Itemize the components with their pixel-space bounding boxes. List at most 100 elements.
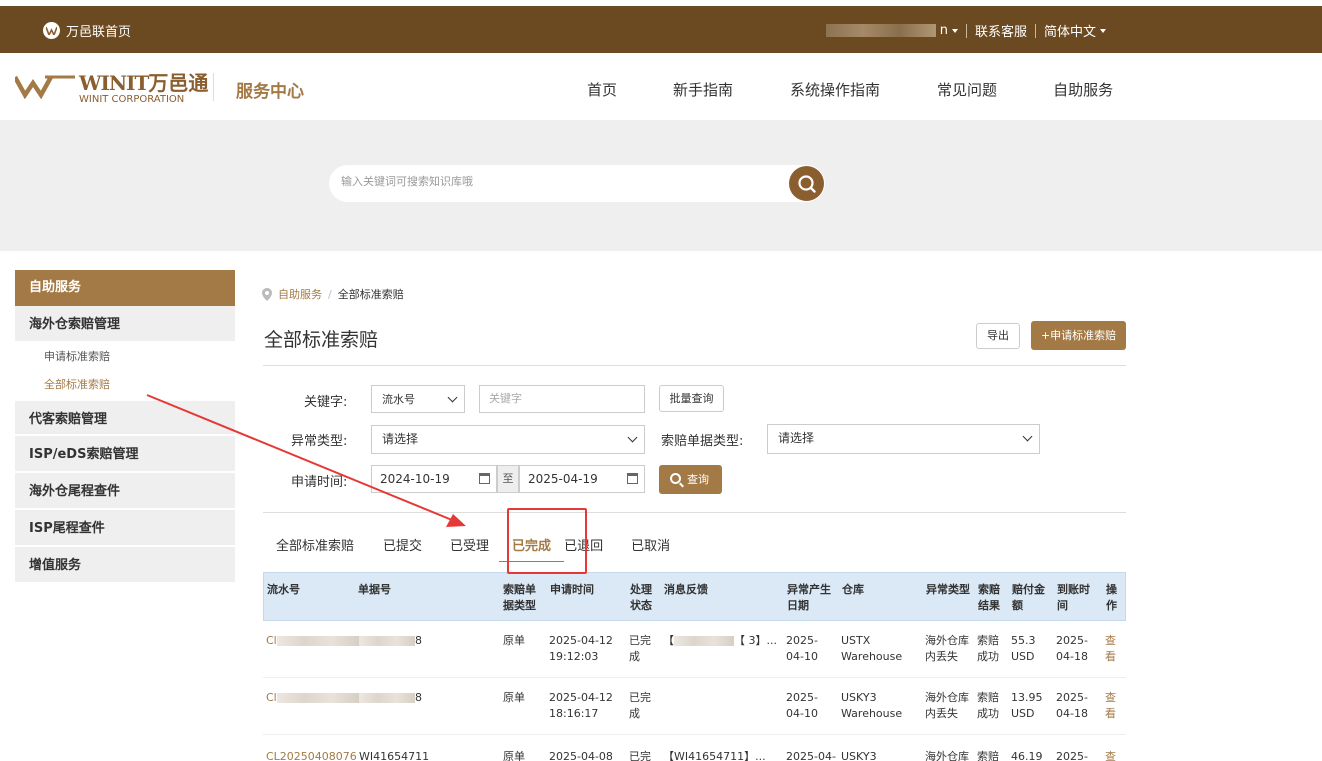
breadcrumb-current: 全部标准索赔 bbox=[337, 288, 404, 301]
serial-value: Cl bbox=[266, 634, 277, 647]
keyword-type-value: 流水号 bbox=[382, 393, 415, 406]
status-cell: 已完成 bbox=[629, 691, 651, 720]
doc-type-value: 请选择 bbox=[778, 431, 815, 445]
serial-link[interactable]: CL20250408076 bbox=[266, 749, 357, 761]
sidebar-item-apply-claim[interactable]: 申请标准索赔 bbox=[15, 341, 235, 370]
main-content: 自助服务 / 全部标准索赔 全部标准索赔 导出 +申请标准索赔 关键字: 流水号… bbox=[249, 270, 1140, 761]
col-action: 操作 bbox=[1106, 583, 1117, 612]
nav-faq[interactable]: 常见问题 bbox=[937, 79, 997, 100]
sidebar-item-overseas-tracking[interactable]: 海外仓尾程查件 bbox=[15, 473, 235, 510]
exception-type-select[interactable]: 请选择 bbox=[371, 425, 645, 454]
exception-type-cell: 海外仓库内丢失 bbox=[925, 634, 969, 663]
redacted-text bbox=[359, 693, 415, 703]
top-bar: 万邑联首页 n 联系客服 简体中文 bbox=[0, 6, 1322, 53]
exception-date-cell: 2025-04-10 bbox=[786, 634, 818, 663]
claims-table: 流水号 单据号 索赔单据类型 申请时间 处理状态 消息反馈 异常产生日期 仓库 … bbox=[263, 572, 1126, 761]
table-header: 流水号 单据号 索赔单据类型 申请时间 处理状态 消息反馈 异常产生日期 仓库 … bbox=[263, 572, 1126, 621]
apply-time-cell: 2025-04-12 18:16:17 bbox=[549, 691, 613, 720]
service-center-title[interactable]: 服务中心 bbox=[236, 77, 304, 102]
nav-self-service[interactable]: 自助服务 bbox=[1053, 79, 1113, 100]
language-select[interactable]: 简体中文 bbox=[1044, 21, 1096, 40]
exception-date-cell: 2025-04-10 bbox=[786, 691, 818, 720]
breadcrumb: 自助服务 / 全部标准索赔 bbox=[262, 286, 404, 302]
chevron-down-icon[interactable] bbox=[1100, 28, 1106, 33]
sidebar-item-overseas-claims[interactable]: 海外仓索赔管理 bbox=[15, 306, 235, 343]
tab-submitted[interactable]: 已提交 bbox=[367, 538, 424, 562]
status-cell: 已完成 bbox=[629, 634, 651, 663]
divider bbox=[213, 73, 214, 101]
user-name-redacted[interactable] bbox=[825, 24, 936, 37]
doc-no-suffix: 8 bbox=[415, 634, 422, 647]
main-nav: 首页 新手指南 系统操作指南 常见问题 自助服务 bbox=[587, 79, 1113, 100]
exception-date-cell: 2025-04- bbox=[786, 750, 836, 761]
date-range-separator: 至 bbox=[497, 465, 519, 493]
logo-en: WINIT CORPORATION bbox=[79, 94, 185, 105]
support-link[interactable]: 联系客服 bbox=[975, 21, 1027, 40]
view-link[interactable]: 查看 bbox=[1105, 633, 1119, 665]
serial-link[interactable]: Cl bbox=[266, 690, 359, 706]
nav-beginner-guide[interactable]: 新手指南 bbox=[673, 79, 733, 100]
exception-type-label: 异常类型: bbox=[291, 434, 348, 449]
calendar-icon bbox=[479, 473, 490, 484]
page-title: 全部标准索赔 bbox=[264, 329, 379, 351]
table-row: Cl 8 原单 2025-04-12 19:12:03 已完成 【【 3】...… bbox=[263, 621, 1126, 678]
search-input[interactable] bbox=[341, 175, 781, 188]
doc-no-cell: 8 bbox=[359, 633, 422, 649]
apply-time-label: 申请时间: bbox=[291, 475, 348, 490]
chevron-down-icon[interactable] bbox=[951, 28, 958, 33]
brand-logo[interactable]: WINIT万邑通 WINIT CORPORATION bbox=[15, 73, 208, 106]
batch-query-button[interactable]: 批量查询 bbox=[659, 385, 724, 412]
breadcrumb-parent[interactable]: 自助服务 bbox=[278, 286, 322, 302]
nav-system-guide[interactable]: 系统操作指南 bbox=[790, 79, 880, 100]
col-feedback: 消息反馈 bbox=[664, 583, 708, 596]
col-amount: 赔付金额 bbox=[1012, 583, 1045, 612]
winit-logo-icon bbox=[43, 22, 60, 39]
sidebar-item-value-added[interactable]: 增值服务 bbox=[15, 547, 235, 584]
doc-type-select[interactable]: 请选择 bbox=[767, 424, 1040, 454]
warehouse-cell: USTX Warehouse bbox=[841, 634, 903, 663]
tab-cancelled[interactable]: 已取消 bbox=[605, 538, 672, 562]
annotation-highlight-box bbox=[507, 508, 587, 574]
home-link[interactable]: 万邑联首页 bbox=[43, 21, 131, 40]
keyword-type-select[interactable]: 流水号 bbox=[371, 385, 465, 413]
result-cell: 索赔成功 bbox=[977, 634, 999, 663]
exception-type-value: 请选择 bbox=[382, 432, 419, 446]
sidebar-item-proxy-claims[interactable]: 代客索赔管理 bbox=[15, 399, 235, 436]
nav-home[interactable]: 首页 bbox=[587, 79, 617, 100]
col-warehouse: 仓库 bbox=[842, 583, 864, 596]
doc-type-label: 索赔单据类型: bbox=[661, 434, 744, 449]
date-from-input[interactable]: 2024-10-19 bbox=[371, 465, 497, 493]
search-icon bbox=[797, 174, 816, 193]
sidebar-item-isp-eds-claims[interactable]: ISP/eDS索赔管理 bbox=[15, 436, 235, 473]
sidebar-title[interactable]: 自助服务 bbox=[15, 270, 235, 306]
amount-cell: 46.19 bbox=[1011, 750, 1043, 761]
claim-doc-type-cell: 原单 bbox=[503, 691, 525, 704]
keyword-input[interactable]: 关键字 bbox=[479, 385, 645, 413]
date-to-value: 2025-04-19 bbox=[528, 472, 598, 486]
apply-claim-button[interactable]: +申请标准索赔 bbox=[1031, 321, 1126, 350]
export-button[interactable]: 导出 bbox=[976, 323, 1020, 349]
doc-no-suffix: 8 bbox=[415, 691, 422, 704]
col-doc-no: 单据号 bbox=[358, 583, 391, 596]
status-tabs: 全部标准索赔 已提交 已受理 已完成 已退回 已取消 bbox=[263, 538, 672, 562]
search-button[interactable] bbox=[789, 166, 824, 201]
col-exception-date: 异常产生日期 bbox=[787, 583, 831, 612]
user-name-suffix[interactable]: n bbox=[940, 23, 948, 38]
col-serial: 流水号 bbox=[267, 583, 300, 596]
search-banner bbox=[0, 120, 1322, 251]
feedback-cell: 【WI41654711】... bbox=[663, 750, 766, 761]
divider bbox=[1034, 23, 1036, 38]
view-link[interactable]: 查看 bbox=[1105, 690, 1119, 722]
feedback-value: 【 3】... bbox=[734, 634, 777, 647]
amount-cell: 13.95 USD bbox=[1011, 691, 1043, 720]
tab-accepted[interactable]: 已受理 bbox=[424, 538, 491, 562]
main-header: WINIT万邑通 WINIT CORPORATION 服务中心 首页 新手指南 … bbox=[0, 53, 1322, 120]
query-button[interactable]: 查询 bbox=[659, 465, 722, 494]
col-result: 索赔结果 bbox=[978, 583, 1000, 612]
sidebar-item-all-claims[interactable]: 全部标准索赔 bbox=[15, 370, 235, 399]
serial-link[interactable]: Cl bbox=[266, 633, 359, 649]
date-to-input[interactable]: 2025-04-19 bbox=[519, 465, 645, 493]
sidebar-item-isp-tracking[interactable]: ISP尾程查件 bbox=[15, 510, 235, 547]
tab-all[interactable]: 全部标准索赔 bbox=[263, 538, 367, 562]
view-link[interactable]: 查 bbox=[1105, 749, 1116, 761]
